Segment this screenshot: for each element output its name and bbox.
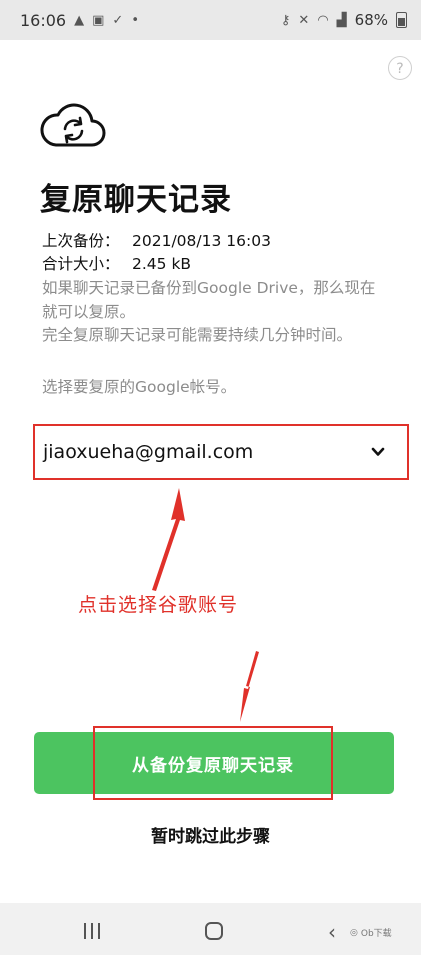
total-size-value: 2.45 kB [132, 255, 192, 273]
image-icon: ▣ [92, 12, 105, 28]
mute-icon: ✕ [298, 12, 310, 28]
account-prompt: 选择要复原的Google帐号。 [42, 378, 237, 396]
account-select[interactable]: jiaoxueha@gmail.com [33, 424, 409, 480]
help-icon: ? [396, 61, 404, 77]
arrow-up-icon [152, 488, 185, 591]
wifi-icon: ◠ [317, 12, 329, 28]
last-backup-value: 2021/08/13 16:03 [132, 232, 271, 250]
page-title: 复原聊天记录 [40, 182, 232, 218]
last-backup-label: 上次备份： [42, 232, 120, 250]
backup-info: 上次备份： 2021/08/13 16:03 合计大小： 2.45 kB [42, 230, 271, 276]
last-backup-row: 上次备份： 2021/08/13 16:03 [42, 230, 271, 253]
home-button[interactable] [205, 922, 223, 940]
cloud-sync-icon [40, 103, 106, 147]
warning-icon: ▲ [74, 12, 85, 28]
chevron-down-icon [371, 447, 385, 456]
dot-icon: • [131, 12, 139, 28]
status-time: 16:06 [20, 10, 67, 30]
recents-button[interactable] [84, 923, 100, 939]
wechat-icon: ◎ [350, 927, 358, 938]
watermark: ◎ Ob下载 [350, 926, 392, 940]
watermark-text: Ob下载 [360, 929, 392, 939]
check-icon: ✓ [112, 12, 124, 28]
annotation-text: 点击选择谷歌账号 [78, 594, 239, 616]
help-button[interactable]: ? [388, 56, 412, 80]
key-icon: ⚷ [280, 12, 291, 28]
restore-description: 如果聊天记录已备份到Google Drive，那么现在就可以复原。 完全复原聊天… [42, 277, 387, 348]
status-bar: 16:06 ▲ ▣ ✓ • ⚷ ✕ ◠ ▟ 68% [0, 0, 421, 40]
total-size-label: 合计大小： [42, 255, 120, 273]
selected-account: jiaoxueha@gmail.com [43, 441, 254, 463]
total-size-row: 合计大小： 2.45 kB [42, 253, 271, 276]
battery-icon [396, 12, 407, 28]
battery-percent: 68% [354, 11, 388, 29]
description-line-2: 完全复原聊天记录可能需要持续几分钟时间。 [42, 326, 353, 344]
description-line-1: 如果聊天记录已备份到Google Drive，那么现在就可以复原。 [42, 279, 376, 321]
restore-button-label: 从备份复原聊天记录 [132, 755, 294, 776]
back-button[interactable]: ‹ [328, 920, 336, 944]
signal-icon: ▟ [336, 12, 347, 28]
arrow-down-icon [240, 651, 259, 722]
skip-button[interactable]: 暂时跳过此步骤 [0, 822, 421, 847]
restore-button-label-frame[interactable]: 从备份复原聊天记录 [93, 726, 333, 800]
